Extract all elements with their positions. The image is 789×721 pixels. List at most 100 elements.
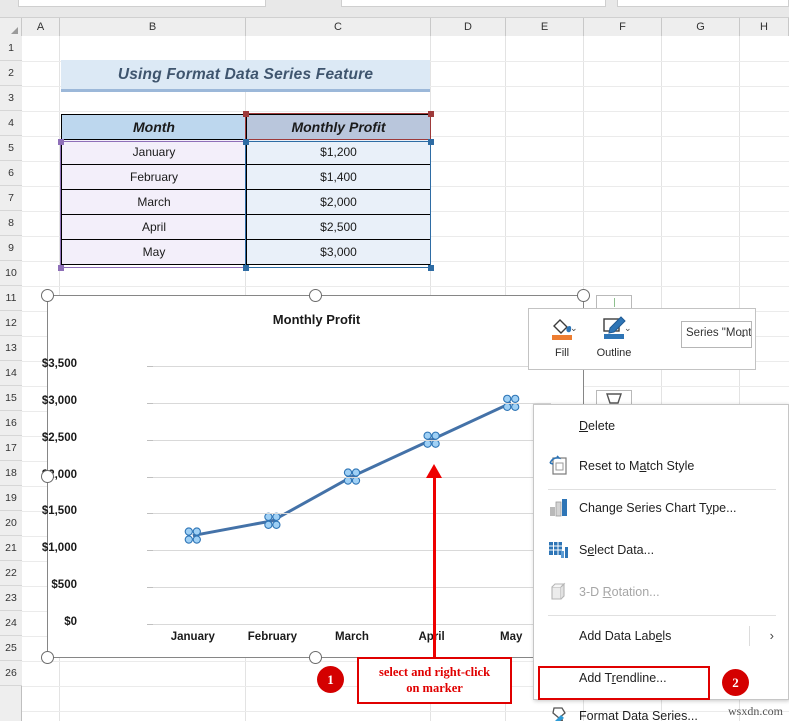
chart-gridline xyxy=(153,550,551,552)
data-point-selection-handle[interactable] xyxy=(192,535,201,544)
row-header-7[interactable]: 7 xyxy=(0,186,22,211)
column-header-B[interactable]: B xyxy=(60,18,246,36)
cell-month[interactable]: March xyxy=(61,189,247,215)
data-point-selection-handle[interactable] xyxy=(351,468,361,477)
row-header-8[interactable]: 8 xyxy=(0,211,22,236)
data-point-selection-handle[interactable] xyxy=(343,476,353,485)
selection-handle[interactable] xyxy=(58,139,64,145)
outline-dropdown-caret[interactable]: ⌄ xyxy=(624,323,632,334)
data-point-selection-handle[interactable] xyxy=(511,394,520,404)
table-header-row: Month Monthly Profit xyxy=(61,114,431,140)
chart-resize-handle-sw[interactable] xyxy=(41,651,54,664)
column-header-H[interactable]: H xyxy=(740,18,789,36)
row-header-1[interactable]: 1 xyxy=(0,36,22,61)
cell-profit[interactable]: $1,400 xyxy=(246,164,431,190)
outline-button[interactable]: Outline xyxy=(591,315,637,359)
cell-profit[interactable]: $2,500 xyxy=(246,214,431,240)
select-all-corner[interactable] xyxy=(0,18,22,36)
row-header-2[interactable]: 2 xyxy=(0,61,22,86)
data-point-selection-handle[interactable] xyxy=(503,402,512,412)
cell-month[interactable]: January xyxy=(61,139,247,165)
fill-dropdown-caret[interactable]: ⌄ xyxy=(570,323,578,334)
banner-title-text: Using Format Data Series Feature xyxy=(117,65,374,83)
mini-floating-toolbar[interactable]: Fill ⌄ Outline ⌄ Series "Monthly ⌄ xyxy=(528,308,756,370)
column-header-F[interactable]: F xyxy=(584,18,662,36)
chart-plot-area[interactable] xyxy=(153,366,551,625)
data-point-selection-handle[interactable] xyxy=(431,439,440,448)
column-header-E[interactable]: E xyxy=(506,18,584,36)
menu-item-select-data[interactable]: Select Data... xyxy=(534,531,789,568)
step-2-badge: 2 xyxy=(722,669,749,696)
menu-item-change-series-chart-type[interactable]: Change Series Chart Type... xyxy=(534,489,789,526)
cell-profit[interactable]: $1,200 xyxy=(246,139,431,165)
chart-gridline xyxy=(153,513,551,515)
cell-profit[interactable]: $3,000 xyxy=(246,239,431,265)
selection-handle[interactable] xyxy=(58,265,64,271)
row-header-4[interactable]: 4 xyxy=(0,111,22,136)
fill-button[interactable]: Fill xyxy=(539,315,585,359)
selection-handle[interactable] xyxy=(243,111,249,117)
row-header-6[interactable]: 6 xyxy=(0,161,22,186)
ribbon-widget-2[interactable] xyxy=(341,0,606,7)
data-point-selection-handle[interactable] xyxy=(423,439,432,448)
selection-handle[interactable] xyxy=(243,265,249,271)
table-row[interactable]: March $2,000 xyxy=(61,189,431,215)
cell-month[interactable]: February xyxy=(61,164,247,190)
selection-handle[interactable] xyxy=(428,265,434,271)
column-header-C[interactable]: C xyxy=(246,18,431,36)
chevron-down-icon[interactable]: ⌄ xyxy=(739,329,747,340)
chart-resize-handle-ne[interactable] xyxy=(577,289,590,302)
data-point-selection-handle[interactable] xyxy=(184,535,193,544)
data-point-selection-handle[interactable] xyxy=(272,520,281,529)
row-header-5[interactable]: 5 xyxy=(0,136,22,161)
menu-item-add-trendline[interactable]: Add Trendline... xyxy=(534,659,789,696)
chart-object[interactable]: Monthly Profit $3,500 $3,000 $2,500 $2,000 $… xyxy=(42,295,585,658)
chart-series-line[interactable] xyxy=(153,366,551,624)
chart-title[interactable]: Monthly Profit xyxy=(48,312,585,327)
selection-handle[interactable] xyxy=(428,139,434,145)
column-header-D[interactable]: D xyxy=(431,18,506,36)
row-header-25[interactable]: 25 xyxy=(0,636,22,661)
data-point-selection-handle[interactable] xyxy=(192,527,201,536)
row-header-26[interactable]: 26 xyxy=(0,661,22,686)
data-point-selection-handle[interactable] xyxy=(264,520,273,529)
ribbon-widget-1[interactable] xyxy=(18,0,266,7)
data-point-selection-handle[interactable] xyxy=(431,431,440,440)
chart-resize-handle-s[interactable] xyxy=(309,651,322,664)
selection-handle[interactable] xyxy=(243,139,249,145)
bar-chart-icon xyxy=(548,497,570,519)
row-header-9[interactable]: 9 xyxy=(0,236,22,261)
table-row[interactable]: May $3,000 xyxy=(61,239,431,265)
cell-month[interactable]: April xyxy=(61,214,247,240)
data-point-selection-handle[interactable] xyxy=(351,476,361,485)
row-header-3[interactable]: 3 xyxy=(0,86,22,111)
x-axis-tick-label: April xyxy=(418,631,445,643)
data-point-selection-handle[interactable] xyxy=(503,394,512,404)
chart-resize-handle-nw[interactable] xyxy=(41,289,54,302)
row-header-10[interactable]: 10 xyxy=(0,261,22,286)
menu-item-add-data-labels[interactable]: Add Data Labels › xyxy=(534,617,789,654)
cell-month[interactable]: May xyxy=(61,239,247,265)
series-selector-dropdown[interactable]: Series "Monthly ⌄ xyxy=(681,321,752,348)
chart-resize-handle-n[interactable] xyxy=(309,289,322,302)
column-header-G[interactable]: G xyxy=(662,18,740,36)
selection-handle[interactable] xyxy=(428,111,434,117)
data-point-selection-handle[interactable] xyxy=(343,468,353,477)
cell-profit[interactable]: $2,000 xyxy=(246,189,431,215)
table-row[interactable]: February $1,400 xyxy=(61,164,431,190)
menu-item-reset-to-match-style[interactable]: Reset to Match Style xyxy=(534,447,789,484)
chevron-right-icon[interactable]: › xyxy=(770,628,774,643)
chart-gridline xyxy=(153,587,551,589)
watermark: wsxdn.com xyxy=(728,704,783,718)
context-menu[interactable]: Delete Reset to Match Style Change Series … xyxy=(533,404,789,721)
data-point-selection-handle[interactable] xyxy=(184,527,193,536)
table-row[interactable]: April $2,500 xyxy=(61,214,431,240)
data-point-selection-handle[interactable] xyxy=(511,402,520,412)
ribbon-widget-3[interactable] xyxy=(617,0,789,7)
data-point-selection-handle[interactable] xyxy=(423,431,432,440)
row-header-11[interactable]: 11 xyxy=(0,286,22,311)
menu-item-delete[interactable]: Delete xyxy=(534,407,789,444)
row-header-12[interactable]: 12 xyxy=(0,311,22,336)
column-header-A[interactable]: A xyxy=(22,18,60,36)
chart-resize-handle-w[interactable] xyxy=(41,470,54,483)
